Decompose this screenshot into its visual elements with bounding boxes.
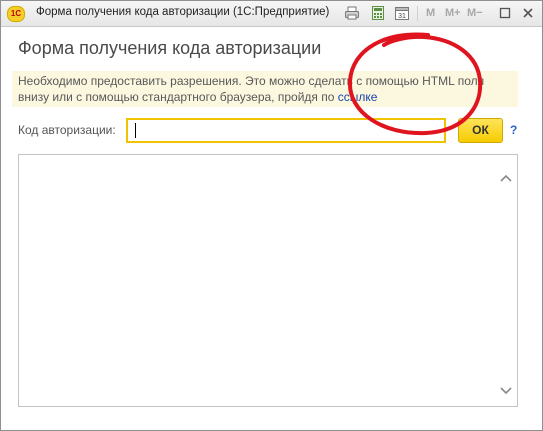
auth-code-input[interactable] [126,118,446,143]
calculator-icon[interactable] [370,5,386,21]
scroll-up-icon[interactable] [499,173,513,185]
title-bar[interactable]: 1С Форма получения кода авторизации (1С:… [1,1,542,27]
page-title: Форма получения кода авторизации [18,38,322,58]
help-button[interactable]: ? [510,123,517,137]
print-icon[interactable] [344,5,360,21]
html-browser-field[interactable] [18,154,518,407]
info-text: Необходимо предоставить разрешения. Это … [18,74,485,104]
info-panel: Необходимо предоставить разрешения. Это … [12,71,518,107]
scroll-down-icon[interactable] [499,384,513,396]
maximize-icon[interactable] [497,5,513,21]
dialog-window: 1С Форма получения кода авторизации (1С:… [0,0,543,431]
toolbar-separator [417,6,418,21]
close-icon[interactable] [520,5,536,21]
auth-code-label: Код авторизации: [18,123,116,137]
memory-plus-button[interactable]: M+ [445,7,461,19]
authorization-link[interactable]: ссылке [338,90,378,104]
memory-button[interactable]: M [426,7,435,19]
window-title: Форма получения кода авторизации (1С:Пре… [36,6,330,18]
ok-button[interactable]: ОК [458,118,503,143]
info-message: Необходимо предоставить разрешения. Это … [18,73,518,105]
app-logo-icon[interactable]: 1С [7,6,25,22]
calendar-day: 31 [398,13,406,20]
calendar-icon[interactable]: 31 [394,5,410,21]
memory-minus-button[interactable]: M− [467,7,483,19]
text-caret [135,123,136,138]
